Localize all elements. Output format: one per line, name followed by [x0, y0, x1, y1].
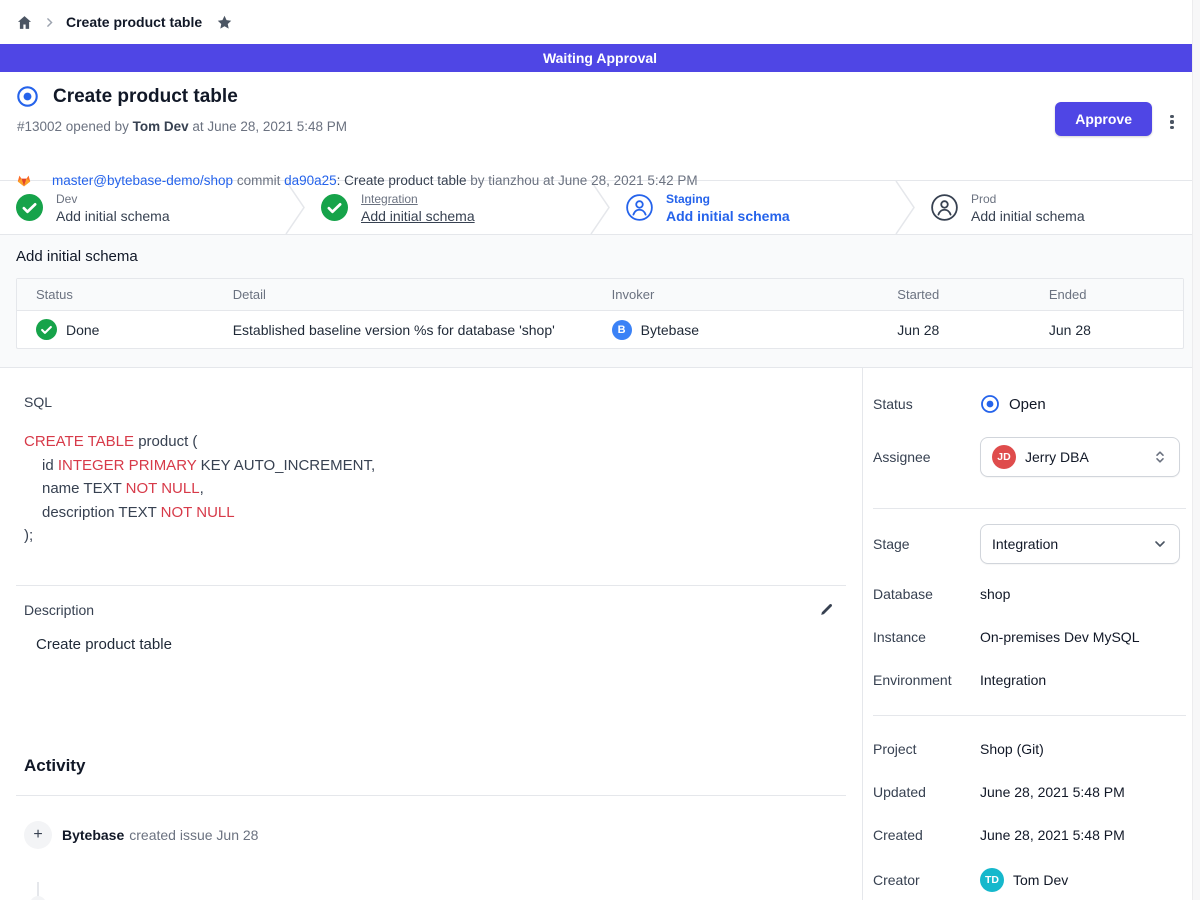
sql-text: );: [24, 527, 33, 544]
more-actions-icon[interactable]: [1164, 111, 1180, 133]
database-value: shop: [980, 586, 1010, 602]
col-started: Started: [897, 287, 1049, 302]
commit-by: by tianzhou at June 28, 2021 5:42 PM: [466, 173, 697, 188]
sql-keyword: CREATE TABLE: [24, 433, 134, 450]
task-section-heading: Add initial schema: [16, 248, 1184, 265]
task-invoker: Bytebase: [641, 322, 699, 338]
created-label: Created: [873, 827, 980, 843]
breadcrumb-page-title: Create product table: [66, 14, 202, 30]
assignee-value: Jerry DBA: [1025, 449, 1143, 465]
task-done-icon: [36, 319, 57, 340]
sql-section-label: SQL: [24, 394, 862, 410]
stage-select[interactable]: Integration: [980, 524, 1180, 564]
issue-sidebar: Status Open Assignee JD Jerry DBA: [862, 368, 1200, 900]
sidebar-divider: [873, 715, 1186, 716]
issue-header: Create product table #13002 opened by To…: [0, 72, 1200, 180]
invoker-avatar: B: [612, 320, 632, 340]
task-section: Add initial schema Status Detail Invoker…: [0, 235, 1200, 368]
activity-item: + Bytebase created issue Jun 28: [24, 821, 862, 849]
creator-value: Tom Dev: [1013, 872, 1068, 888]
home-icon[interactable]: [16, 14, 33, 31]
created-value: June 28, 2021 5:48 PM: [980, 827, 1125, 843]
sql-statement: CREATE TABLE product ( id INTEGER PRIMAR…: [24, 430, 862, 548]
activity-next-node: [30, 896, 46, 900]
col-detail: Detail: [233, 287, 612, 302]
task-status: Done: [66, 322, 99, 338]
sql-text: name TEXT: [42, 480, 126, 497]
task-table-header: Status Detail Invoker Started Ended: [17, 279, 1183, 311]
issue-opened-at: at June 28, 2021 5:48 PM: [189, 119, 347, 134]
issue-open-icon: [16, 85, 39, 108]
stage-label: Stage: [873, 536, 980, 552]
stage-value: Integration: [992, 536, 1143, 552]
favorite-star-icon[interactable]: [216, 14, 233, 31]
sql-keyword: INTEGER PRIMARY: [58, 457, 197, 474]
approval-banner: Waiting Approval: [0, 44, 1200, 72]
project-value: Shop (Git): [980, 741, 1044, 757]
task-row[interactable]: Done Established baseline version %s for…: [17, 311, 1183, 348]
activity-action: created issue Jun 28: [129, 827, 258, 843]
activity-actor: Bytebase: [62, 827, 124, 843]
col-invoker: Invoker: [612, 287, 898, 302]
issue-title: Create product table: [53, 86, 238, 108]
task-table: Status Detail Invoker Started Ended Done…: [16, 278, 1184, 349]
repo-branch-link[interactable]: master@bytebase-demo/shop: [52, 173, 233, 188]
sql-text: description TEXT: [42, 504, 161, 521]
creator-label: Creator: [873, 872, 980, 888]
select-updown-icon: [1152, 449, 1168, 465]
updated-label: Updated: [873, 784, 980, 800]
col-status: Status: [17, 287, 233, 302]
task-ended: Jun 28: [1049, 322, 1183, 338]
gitlab-icon: [16, 142, 46, 218]
assignee-label: Assignee: [873, 449, 980, 465]
issue-detail-panel: SQL CREATE TABLE product ( id INTEGER PR…: [0, 368, 862, 900]
sql-keyword: NOT NULL: [161, 504, 235, 521]
description-label: Description: [24, 602, 94, 618]
sql-text: ,: [200, 480, 204, 497]
instance-label: Instance: [873, 629, 980, 645]
commit-message: : Create product table: [337, 173, 467, 188]
chevron-right-icon: [43, 16, 56, 29]
status-label: Status: [873, 396, 980, 412]
environment-value: Integration: [980, 672, 1046, 688]
sql-keyword: NOT NULL: [126, 480, 200, 497]
task-started: Jun 28: [897, 322, 1049, 338]
sql-text: KEY AUTO_INCREMENT,: [196, 457, 375, 474]
assignee-avatar: JD: [992, 445, 1016, 469]
activity-heading: Activity: [24, 756, 862, 776]
bytebase-issue-page: Create product table Waiting Approval Cr…: [0, 0, 1200, 900]
creator-avatar: TD: [980, 868, 1004, 892]
chevron-down-icon: [1152, 536, 1168, 552]
environment-label: Environment: [873, 672, 980, 688]
scrollbar-track[interactable]: [1192, 0, 1200, 900]
issue-author: Tom Dev: [133, 119, 189, 134]
approve-button[interactable]: Approve: [1055, 102, 1152, 136]
sidebar-divider: [873, 508, 1186, 509]
section-divider: [16, 585, 846, 586]
sql-text: id: [42, 457, 58, 474]
issue-meta: #13002 opened by Tom Dev at June 28, 202…: [17, 119, 1184, 134]
section-divider: [16, 795, 846, 796]
col-ended: Ended: [1049, 287, 1183, 302]
project-label: Project: [873, 741, 980, 757]
sql-text: product (: [134, 433, 197, 450]
issue-id-opened: #13002 opened by: [17, 119, 133, 134]
status-value: Open: [1009, 396, 1046, 413]
plus-icon: +: [24, 821, 52, 849]
updated-value: June 28, 2021 5:48 PM: [980, 784, 1125, 800]
commit-label: commit: [233, 173, 284, 188]
database-label: Database: [873, 586, 980, 602]
commit-info: master@bytebase-demo/shop commit da90a25…: [16, 142, 1184, 218]
instance-value: On-premises Dev MySQL: [980, 629, 1139, 645]
breadcrumb: Create product table: [0, 0, 1200, 44]
commit-hash-link[interactable]: da90a25: [284, 173, 337, 188]
assignee-select[interactable]: JD Jerry DBA: [980, 437, 1180, 477]
description-content: Create product table: [24, 636, 862, 653]
task-detail: Established baseline version %s for data…: [233, 322, 612, 338]
edit-pencil-icon[interactable]: [818, 602, 834, 618]
status-open-icon: [980, 394, 1000, 414]
